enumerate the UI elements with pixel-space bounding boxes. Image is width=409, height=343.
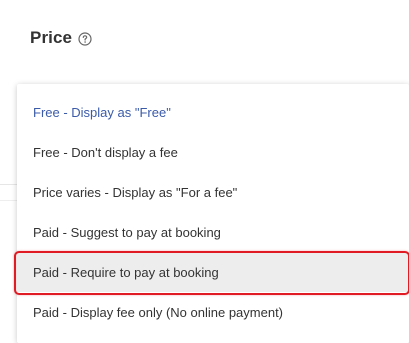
option-label: Free - Display as "Free" (33, 104, 171, 120)
option-paid-require[interactable]: Paid - Require to pay at booking (17, 252, 409, 292)
price-label: Price (30, 28, 73, 47)
question-circle-icon[interactable] (78, 32, 92, 46)
option-label: Paid - Suggest to pay at booking (33, 224, 221, 240)
price-field-header: Price (30, 28, 92, 48)
option-label: Free - Don't display a fee (33, 144, 178, 160)
option-label: Paid - Require to pay at booking (33, 264, 219, 280)
option-label: Price varies - Display as "For a fee" (33, 184, 238, 200)
option-free-display-free[interactable]: Free - Display as "Free" (17, 92, 409, 132)
option-price-varies[interactable]: Price varies - Display as "For a fee" (17, 172, 409, 212)
option-label: Paid - Display fee only (No online payme… (33, 304, 284, 320)
option-free-no-fee[interactable]: Free - Don't display a fee (17, 132, 409, 172)
price-options-dropdown: Free - Display as "Free" Free - Don't di… (17, 84, 409, 343)
option-paid-display-only[interactable]: Paid - Display fee only (No online payme… (17, 292, 409, 332)
option-paid-suggest[interactable]: Paid - Suggest to pay at booking (17, 212, 409, 252)
